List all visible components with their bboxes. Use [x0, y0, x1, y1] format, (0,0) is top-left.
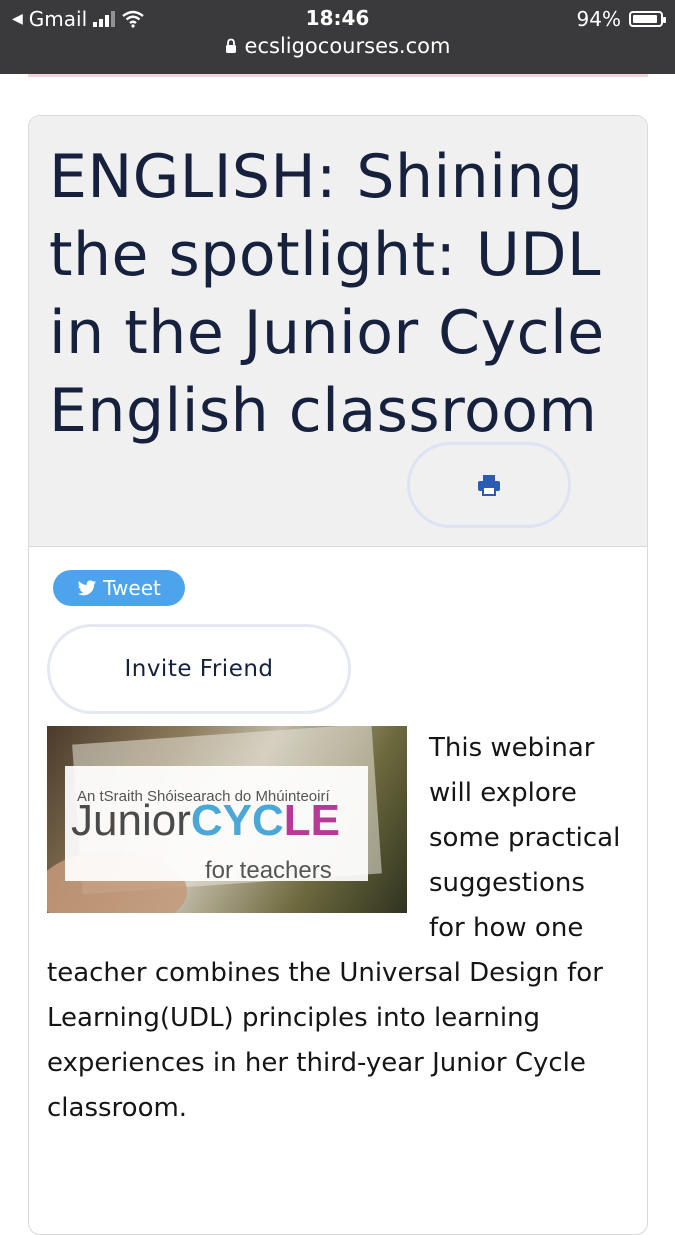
- junior-cycle-logo: An tSraith Shóisearach do Mhúinteoirí Ju…: [65, 766, 368, 884]
- tweet-button[interactable]: Tweet: [53, 570, 185, 606]
- battery-icon: [629, 11, 666, 27]
- logo-junior: Junior: [71, 796, 191, 845]
- print-icon: [478, 475, 500, 496]
- status-bar: ◀ Gmail 18:46 94% ecsligocourses.com: [0, 0, 675, 74]
- status-time: 18:46: [305, 6, 370, 30]
- page-top-divider: [28, 74, 648, 77]
- course-description: An tSraith Shóisearach do Mhúinteoirí Ju…: [47, 726, 627, 1131]
- logo-le: LE: [283, 796, 340, 845]
- address-bar[interactable]: ecsligocourses.com: [0, 34, 675, 58]
- course-title: ENGLISH: Shining the spotlight: UDL in t…: [49, 142, 605, 446]
- status-right: 94%: [576, 6, 666, 32]
- course-header: ENGLISH: Shining the spotlight: UDL in t…: [29, 116, 647, 547]
- logo-cyc: CYC: [190, 796, 284, 845]
- invite-friend-button[interactable]: Invite Friend: [47, 624, 351, 714]
- battery-percent: 94%: [576, 7, 621, 31]
- course-image: An tSraith Shóisearach do Mhúinteoirí Ju…: [47, 726, 407, 913]
- course-card: ENGLISH: Shining the spotlight: UDL in t…: [28, 115, 648, 1235]
- print-button[interactable]: [407, 442, 571, 528]
- lock-icon: [225, 38, 236, 53]
- url-text: ecsligocourses.com: [244, 34, 451, 58]
- logo-wordmark: JuniorCYCLE: [71, 796, 340, 846]
- twitter-bird-icon: [77, 579, 97, 595]
- logo-subtitle: for teachers: [205, 857, 332, 884]
- tweet-label: Tweet: [103, 576, 161, 600]
- invite-friend-label: Invite Friend: [124, 656, 274, 682]
